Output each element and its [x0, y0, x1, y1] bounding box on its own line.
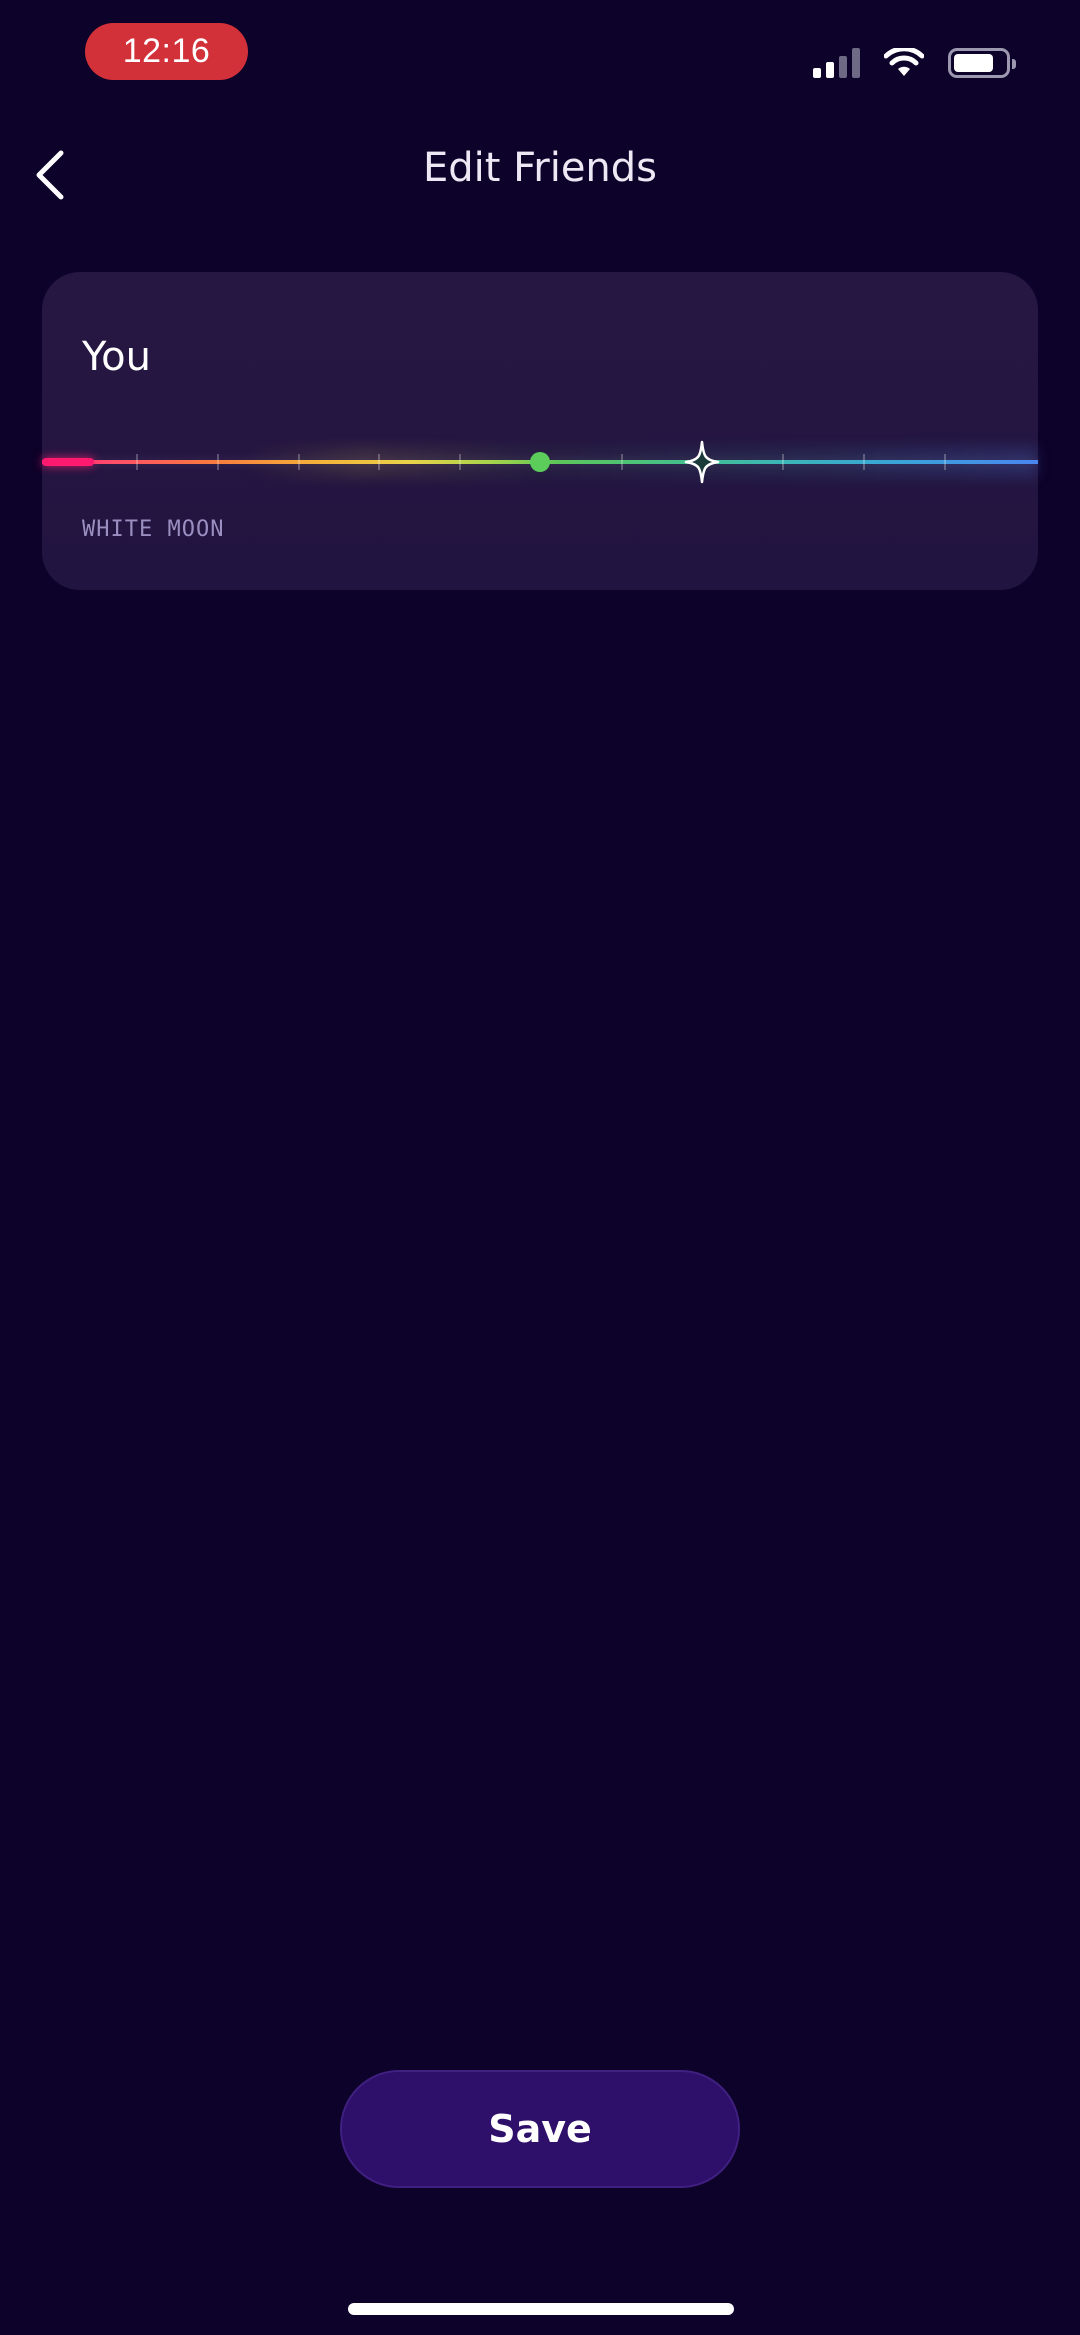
wifi-icon [884, 48, 924, 76]
status-icons [813, 38, 1016, 88]
page-title: Edit Friends [422, 145, 658, 191]
status-time: 12:16 [85, 23, 248, 80]
moon-spectrum[interactable] [42, 440, 1038, 484]
home-indicator[interactable] [348, 2303, 734, 2315]
spectrum-tick [863, 454, 865, 470]
status-time-text: 12:16 [122, 32, 211, 70]
spectrum-tick [298, 454, 300, 470]
spectrum-tick [782, 454, 784, 470]
spectrum-tick [621, 454, 623, 470]
battery-icon [948, 48, 1016, 78]
friend-card-you[interactable]: You WHITE MOON [42, 272, 1038, 590]
friend-name: You [82, 334, 151, 380]
edit-friends-screen: 12:16 Edit Friends You WHITE MOON Save [0, 0, 1080, 2335]
spectrum-start-marker [42, 458, 94, 466]
spectrum-tick [459, 454, 461, 470]
save-button[interactable]: Save [340, 2070, 740, 2188]
moon-phase-label: WHITE MOON [82, 517, 225, 542]
spectrum-tick [217, 454, 219, 470]
spectrum-tick [136, 454, 138, 470]
spectrum-tick [944, 454, 946, 470]
cellular-signal-icon [813, 48, 860, 78]
sparkle-star-icon[interactable] [684, 440, 720, 484]
spectrum-dot-marker[interactable] [530, 452, 550, 472]
spectrum-tick [378, 454, 380, 470]
